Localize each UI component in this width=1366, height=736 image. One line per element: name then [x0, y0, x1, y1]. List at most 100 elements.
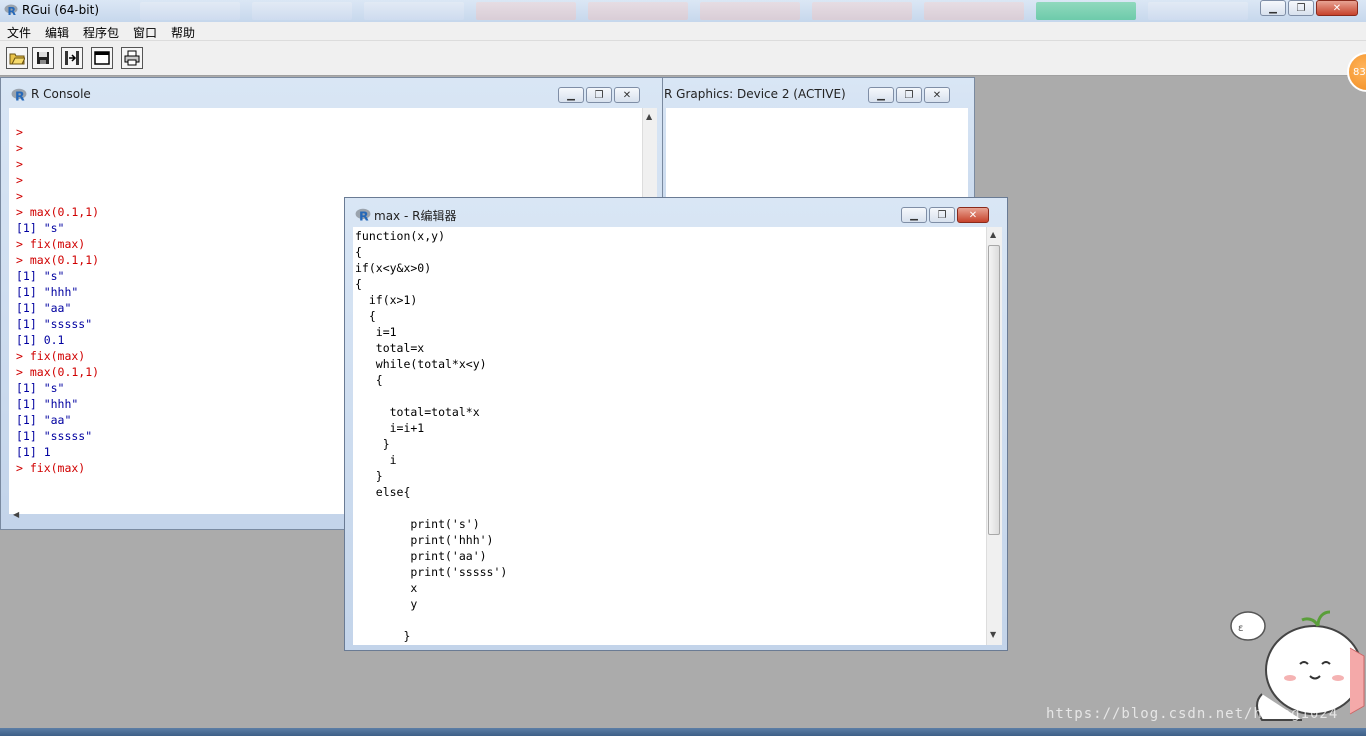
- menu-file[interactable]: 文件: [7, 24, 31, 41]
- console-line: [1] "aa": [16, 413, 72, 427]
- r-logo-icon: R: [355, 208, 371, 223]
- graphics-close-button[interactable]: ✕: [924, 87, 950, 103]
- code-line: print('s'): [355, 517, 480, 531]
- app-minimize-button[interactable]: ▁: [1260, 0, 1286, 16]
- code-line: i=i+1: [355, 421, 425, 435]
- open-folder-icon: [9, 53, 25, 65]
- editor-restore-button[interactable]: ❐: [929, 207, 955, 223]
- code-line: total=x: [355, 341, 425, 355]
- r-logo-icon: R: [11, 88, 27, 103]
- console-window-title: R Console: [31, 87, 91, 101]
- save-workspace-button[interactable]: [32, 47, 54, 69]
- code-line: while(total*x<y): [355, 357, 487, 371]
- console-line: >: [16, 173, 23, 187]
- console-line: > max(0.1,1): [16, 253, 100, 267]
- scroll-down-icon[interactable]: ▼: [990, 630, 996, 639]
- background-window-tabs: [140, 2, 1260, 20]
- editor-window-title: max - R编辑器: [374, 209, 457, 223]
- code-line: {: [355, 277, 362, 291]
- console-line: [1] "s": [16, 269, 65, 283]
- svg-text:ε: ε: [1238, 623, 1243, 634]
- console-line: >: [16, 125, 23, 139]
- code-line: i=1: [355, 325, 397, 339]
- app-title: RGui (64-bit): [22, 3, 100, 17]
- code-line: function(x,y): [355, 229, 446, 243]
- open-script-button[interactable]: [6, 47, 28, 69]
- console-line: > max(0.1,1): [16, 205, 100, 219]
- code-line: if(x>1): [355, 293, 418, 307]
- new-window-button[interactable]: [91, 47, 113, 69]
- graphics-restore-button[interactable]: ❐: [896, 87, 922, 103]
- code-line: print('hhh'): [355, 533, 494, 547]
- code-line: x: [355, 581, 418, 595]
- code-editor[interactable]: function(x,y) { if(x<y&x>0) { if(x>1) { i=1…: [353, 227, 986, 645]
- load-workspace-button[interactable]: [61, 47, 83, 69]
- code-line: i: [355, 453, 397, 467]
- console-line: [1] "s": [16, 381, 65, 395]
- app-close-button[interactable]: ✕: [1316, 0, 1358, 16]
- console-line: >: [16, 157, 23, 171]
- graphics-window-title: R Graphics: Device 2 (ACTIVE): [664, 87, 846, 101]
- svg-text:R: R: [359, 209, 369, 223]
- console-line: [1] "sssss": [16, 317, 93, 331]
- code-lines: function(x,y) { if(x<y&x>0) { if(x>1) { i=1…: [355, 228, 507, 644]
- svg-text:R: R: [8, 5, 17, 17]
- menu-windows[interactable]: 窗口: [133, 24, 157, 41]
- toolbar: [0, 41, 1366, 76]
- scroll-up-icon[interactable]: ▲: [646, 112, 652, 121]
- graphics-minimize-button[interactable]: ▁: [868, 87, 894, 103]
- floppy-disk-icon: [37, 52, 49, 64]
- menu-help[interactable]: 帮助: [171, 24, 195, 41]
- console-line: [1] "s": [16, 221, 65, 235]
- menu-edit[interactable]: 编辑: [45, 24, 69, 41]
- app-restore-button[interactable]: ❐: [1288, 0, 1314, 16]
- scroll-left-icon[interactable]: ◀: [13, 510, 19, 519]
- r-logo-icon: R: [4, 4, 18, 17]
- code-line: {: [355, 245, 362, 259]
- menu-packages[interactable]: 程序包: [83, 24, 119, 41]
- console-line: [1] "sssss": [16, 429, 93, 443]
- code-line: }: [355, 629, 411, 643]
- load-arrows-icon: [65, 51, 79, 65]
- app-title-bar: R RGui (64-bit) ▁ ❐ ✕: [0, 0, 1366, 22]
- console-line: [1] "aa": [16, 301, 72, 315]
- console-line: [1] 1: [16, 445, 51, 459]
- code-line: if(x<y&x>0): [355, 261, 432, 275]
- code-line: {: [355, 309, 376, 323]
- console-line: [1] 0.1: [16, 333, 65, 347]
- console-line: > fix(max): [16, 237, 86, 251]
- console-line: [1] "hhh": [16, 285, 79, 299]
- editor-close-button[interactable]: ✕: [957, 207, 989, 223]
- console-line: > fix(max): [16, 461, 86, 475]
- code-line: else{: [355, 485, 411, 499]
- printer-icon: [124, 50, 140, 66]
- r-editor-window[interactable]: R max - R编辑器 ▁ ❐ ✕ function(x,y) { if(x<y&…: [344, 197, 1008, 651]
- console-restore-button[interactable]: ❐: [586, 87, 612, 103]
- taskbar: [0, 728, 1366, 736]
- code-line: y: [355, 597, 418, 611]
- code-line: {: [355, 373, 383, 387]
- console-close-button[interactable]: ✕: [614, 87, 640, 103]
- scroll-up-icon[interactable]: ▲: [990, 230, 996, 239]
- console-line: [1] "hhh": [16, 397, 79, 411]
- editor-minimize-button[interactable]: ▁: [901, 207, 927, 223]
- console-line: > fix(max): [16, 349, 86, 363]
- menu-bar: 文件 编辑 程序包 窗口 帮助: [0, 22, 1366, 41]
- code-line: print('aa'): [355, 549, 487, 563]
- scrollbar-thumb[interactable]: [988, 245, 1000, 535]
- print-button[interactable]: [121, 47, 143, 69]
- window-icon: [94, 51, 110, 65]
- console-line: >: [16, 141, 23, 155]
- code-line: }: [355, 469, 383, 483]
- code-line: }: [355, 437, 390, 451]
- code-line: total=total*x: [355, 405, 480, 419]
- console-line: > max(0.1,1): [16, 365, 100, 379]
- console-line: >: [16, 189, 23, 203]
- editor-vertical-scrollbar[interactable]: ▲ ▼: [986, 227, 1002, 645]
- code-line: print('sssss'): [355, 565, 508, 579]
- watermark: https://blog.csdn.net/huang1024: [1046, 706, 1339, 722]
- console-minimize-button[interactable]: ▁: [558, 87, 584, 103]
